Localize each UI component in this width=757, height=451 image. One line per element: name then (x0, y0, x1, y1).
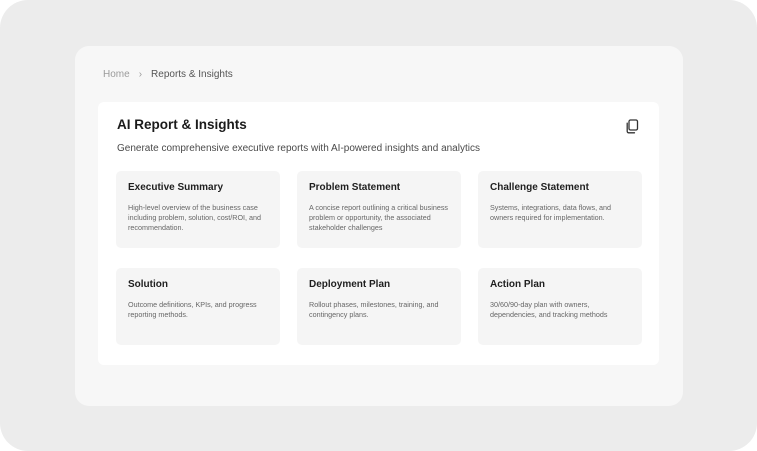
page-title: AI Report & Insights (117, 117, 247, 132)
breadcrumb-home-link[interactable]: Home (103, 68, 130, 82)
report-tile-title: Challenge Statement (490, 182, 589, 193)
breadcrumb-separator: › (138, 69, 143, 80)
report-tile-description: A concise report outlining a critical bu… (309, 203, 449, 233)
main-panel: Home › Reports & Insights AI Report & In… (75, 46, 683, 406)
copy-icon (626, 118, 639, 133)
report-grid: Executive Summary High-level overview of… (116, 171, 642, 345)
report-tile-title: Action Plan (490, 279, 546, 290)
report-tile-description: Systems, integrations, data flows, and o… (490, 203, 612, 223)
breadcrumb-current: Reports & Insights (151, 69, 233, 80)
breadcrumb: Home › Reports & Insights (103, 68, 233, 82)
page-subtitle: Generate comprehensive executive reports… (117, 143, 480, 154)
report-tile-title: Executive Summary (128, 182, 224, 193)
reports-card: AI Report & Insights Generate comprehens… (98, 102, 659, 365)
report-tile-title: Problem Statement (309, 182, 401, 193)
report-tile-problem-statement[interactable]: Problem Statement A concise report outli… (297, 171, 461, 248)
report-tile-action-plan[interactable]: Action Plan 30/60/90-day plan with owner… (478, 268, 642, 345)
report-tile-description: Outcome definitions, KPIs, and progress … (128, 300, 257, 320)
report-tile-description: 30/60/90-day plan with owners, dependenc… (490, 300, 608, 320)
copy-button[interactable] (623, 117, 641, 135)
report-tile-title: Deployment Plan (309, 279, 391, 290)
report-tile-description: High-level overview of the business case… (128, 203, 262, 233)
report-tile-solution[interactable]: Solution Outcome definitions, KPIs, and … (116, 268, 280, 345)
device-frame: Home › Reports & Insights AI Report & In… (0, 0, 757, 451)
report-tile-title: Solution (128, 279, 168, 290)
report-tile-deployment-plan[interactable]: Deployment Plan Rollout phases, mileston… (297, 268, 461, 345)
report-tile-description: Rollout phases, milestones, training, an… (309, 300, 439, 320)
report-tile-challenge-statement[interactable]: Challenge Statement Systems, integration… (478, 171, 642, 248)
report-tile-executive-summary[interactable]: Executive Summary High-level overview of… (116, 171, 280, 248)
